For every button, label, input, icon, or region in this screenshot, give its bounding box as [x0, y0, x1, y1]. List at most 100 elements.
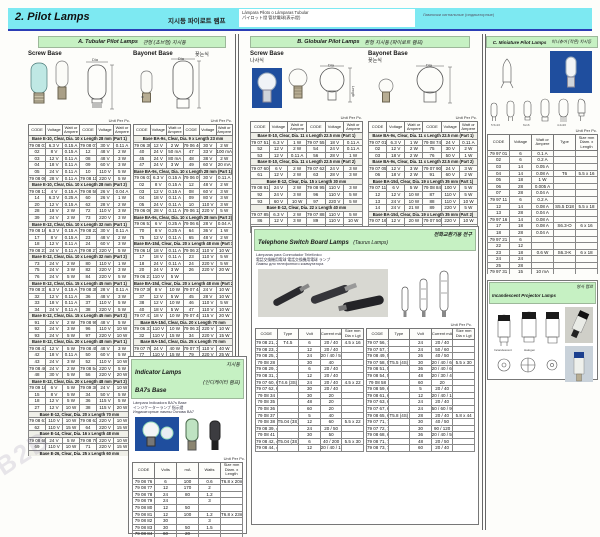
column-header: Voltage: [510, 135, 532, 151]
table-cell: 110 V: [441, 191, 459, 198]
tubular-screw-bulbs-illustration: Dia: [28, 57, 131, 117]
table-cell: 76: [29, 273, 46, 280]
column-header: Volt: [410, 328, 432, 339]
table-cell: 38: [134, 300, 151, 307]
table-cell: 79 07 63, 64: [367, 399, 389, 406]
table-cell: 79 97 11: [488, 196, 510, 203]
title-russian-note: Лампочки сигнальные (индикаторные): [423, 12, 593, 17]
table-cell: 5.5 x 22: [342, 419, 364, 426]
column-header: Voltage: [200, 125, 217, 136]
table-cell: 79 07 72, 73: [367, 425, 389, 432]
table-cell: 18: [510, 249, 532, 256]
table-cell: 220 V: [200, 332, 217, 339]
telephone-lamps-photo: [258, 269, 388, 317]
table-cell: S5.5 D18: [554, 203, 576, 210]
b-screw-label-korean: 나사식: [250, 57, 363, 64]
table-cell: 18 V: [150, 195, 167, 202]
table-cell: [576, 177, 598, 184]
table-row: 0418 V0.11 A0960 V3 W: [29, 162, 131, 169]
table-cell: 5 W: [216, 254, 233, 261]
table-cell: 73: [29, 260, 46, 267]
table-cell: 10 W: [167, 326, 184, 333]
table-row: 4218 V0.11 A5060 V5 W: [29, 352, 131, 359]
table-group-title: Base BA-9s, Clear, Dia. 10 x Length 28 m…: [134, 168, 233, 174]
table-row: 79 08 51, 52, 533620 / 40 / 60: [367, 366, 475, 373]
table-cell: [388, 432, 410, 439]
telephone-tables: CODETypeVoltCurrent mASize mm Dia x Lgt7…: [252, 328, 478, 452]
table-cell: 18: [134, 260, 151, 267]
table-row: 79 08 44, 45, 461220 / 40 / 120: [256, 445, 364, 452]
table-cell: 0.11 A: [63, 247, 80, 254]
table-cell: 79 97 21: [488, 236, 510, 243]
table-row: 79 08 61, 62, 631220 / 40 / 100: [367, 392, 475, 399]
table-cell: 110 V: [97, 359, 114, 366]
table-cell: S6.3-K: [554, 249, 576, 256]
table-cell: 48: [410, 438, 432, 445]
table-cell: 47: [134, 162, 151, 169]
table-row: 32110 V15 W34220 V15 W: [134, 332, 233, 339]
table-cell: 5 W: [114, 247, 131, 254]
table-row: 2424: [488, 256, 598, 263]
table-cell: 24: [410, 339, 432, 346]
table-cell: 24: [410, 405, 432, 412]
b-screw-images: Dia Length: [250, 64, 363, 114]
section-a-title-korean: 관형 (쵸브형) 지시등: [143, 39, 186, 46]
table-row: 79 08 59, 60520 / 40: [367, 386, 475, 393]
table-cell: 0.08 A: [532, 170, 554, 177]
table-cell: 3 W: [216, 201, 233, 208]
a-screw-subcol: Screw Base Dia Unit Per Pc. CODEVoltageW…: [28, 51, 131, 456]
column-header: Type: [388, 328, 410, 339]
table-cell: 0.08 A: [532, 203, 554, 210]
table-cell: 15: [29, 391, 46, 398]
table-row: 028 V0.15 A1248 V2 W: [134, 181, 233, 188]
table-row: 158 V5 W3450 V5 W: [29, 391, 131, 398]
table-cell: 20 W: [405, 218, 423, 225]
table-cell: 79 08 54: [80, 365, 97, 372]
table-cell: 4 V: [46, 188, 63, 195]
table-cell: 3 W: [114, 293, 131, 300]
table-group-title: Base E-12, Clear, Dia. 10 x Length 32 mm…: [29, 254, 131, 260]
table-cell: [221, 491, 243, 498]
table-cell: 1.5: [199, 524, 221, 531]
table-cell: 24: [510, 256, 532, 263]
table-cell: 79 07 90: [423, 165, 441, 172]
table-cell: 07: [488, 190, 510, 197]
table-cell: 24 V: [46, 359, 63, 366]
table-cell: 24 V: [46, 214, 63, 221]
table-row: 79 97 16140.08 A: [488, 216, 598, 223]
column-header: Size mm Diam. x Length: [576, 135, 598, 151]
table-cell: 12 V: [46, 398, 63, 405]
table-cell: [277, 425, 299, 432]
projector-photo-black-top-art: [565, 307, 593, 343]
table-cell: 0.15 A: [167, 181, 184, 188]
table-cell: [532, 262, 554, 269]
table-row: 79 07 7624 V40 W79 07 78110 V40 W: [134, 345, 233, 352]
table-cell: 2 W: [405, 146, 423, 153]
table-cell: [554, 256, 576, 263]
table-row: 79 08 61110 V10 W79 08 63220 V10 W: [29, 418, 131, 425]
table-cell: 220 V: [97, 437, 114, 444]
column-header: Type: [554, 135, 576, 151]
column-header: CODE: [183, 125, 200, 136]
table-cell: 79 08 16: [29, 227, 46, 234]
column-header: Voltage: [97, 125, 114, 136]
table-row: 79 07 116 V5 W79 08 84100 V5 W: [369, 185, 478, 192]
table-cell: [221, 531, 243, 537]
table-cell: 18: [29, 241, 46, 248]
indicator-unit-label: Unit Per Pc.: [129, 455, 246, 462]
table-cell: 97: [80, 332, 97, 339]
table-cell: 79 08 21: [29, 247, 46, 254]
table-cell: 50 V: [97, 391, 114, 398]
table-row: 79 08 73, 746020 / 40: [367, 445, 475, 452]
table-cell: 79 07 11: [369, 185, 387, 192]
table-cell: 4.5 x 16: [342, 339, 364, 346]
table-cell: 2 W: [288, 211, 307, 218]
table-cell: 12 V: [46, 345, 63, 352]
column-header: Watt or Ampere: [167, 125, 184, 136]
section-c-title: C. Miniature Pilot Lamps: [493, 40, 547, 45]
table-cell: 79 07 60, 61: [256, 379, 278, 386]
table-cell: 28: [510, 190, 532, 197]
table-cell: 28: [29, 208, 46, 215]
table-cell: 110 V: [325, 218, 344, 225]
table-cell: 79 08 51, 52, 53: [367, 366, 389, 373]
